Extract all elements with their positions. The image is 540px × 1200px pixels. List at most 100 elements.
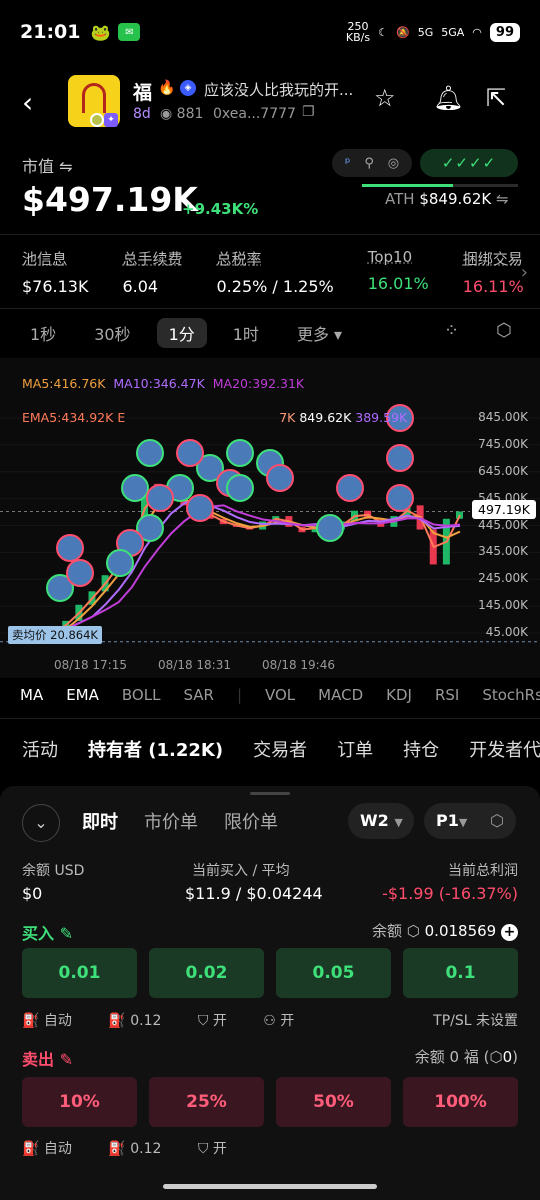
copy-icon[interactable]: ❐ (302, 104, 315, 120)
indicator-sar[interactable]: SAR (183, 686, 213, 704)
wallet-select[interactable]: W2 ▼ (348, 803, 414, 839)
preset-settings-icon[interactable]: ⬡ (478, 803, 516, 839)
tab-2[interactable]: 交易者 (253, 736, 307, 762)
contract-address[interactable]: 0xea...7777 (213, 106, 296, 122)
buy-amount-button-3[interactable]: 0.1 (403, 948, 518, 998)
ema-label-partial: E (117, 410, 126, 425)
home-indicator[interactable] (163, 1184, 377, 1189)
indicator-macd[interactable]: MACD (318, 686, 363, 704)
buy-amount-button-2[interactable]: 0.05 (276, 948, 391, 998)
edit-icon[interactable]: ✎ (60, 924, 73, 943)
preset-select[interactable]: P1▼ (424, 803, 480, 839)
trader-avatar (56, 534, 84, 562)
ema-legend: EMA5:434.92K E 7K 849.62K 389.59K (22, 410, 407, 425)
ema10-label-partial: 7K (279, 410, 296, 425)
trader-avatar (66, 559, 94, 587)
butterfly-badge-icon: ✦ (104, 113, 118, 127)
current-buy-label: 当前买入 / 平均 (192, 863, 290, 879)
indicator-kdj[interactable]: KDJ (386, 686, 412, 704)
pnl-value: -$1.99 (-16.37%) (382, 884, 518, 903)
indicator-ema[interactable]: EMA (66, 686, 99, 704)
divider (0, 718, 540, 719)
sell-percent-button-1[interactable]: 25% (149, 1077, 264, 1127)
order-tab-2[interactable]: 限价单 (224, 808, 278, 834)
indicator-boll[interactable]: BOLL (122, 686, 161, 704)
back-icon[interactable]: ‹ (22, 86, 33, 119)
ma10-label: MA10:346.47K (113, 376, 205, 391)
mev-toggle[interactable]: ⛉ 开 (198, 1141, 243, 1157)
indicator-dots-icon[interactable]: ⁘ (444, 320, 459, 341)
stat-value: 0.25% / 1.25% (216, 277, 334, 296)
tab-4[interactable]: 持仓 (403, 736, 439, 762)
timeframe-更多[interactable]: 更多 ▾ (297, 321, 342, 345)
collapse-chevron-icon[interactable]: ⌄ (22, 804, 60, 842)
y-tick-label: 345.00K (478, 544, 528, 559)
ma-legend: MA5:416.76K MA10:346.47K MA20:392.31K (22, 376, 304, 391)
token-logo[interactable]: ✦ (68, 75, 120, 127)
sell-percent-button-2[interactable]: 50% (276, 1077, 391, 1127)
explorer-icon[interactable]: ◎ (388, 156, 399, 171)
indicator-bar: MA EMA BOLL SAR | VOL MACD KDJ RSI StochRsi (20, 686, 540, 704)
pump-icon[interactable]: ᵖ (345, 156, 351, 171)
sell-average-tag: 卖均价 20.864K (8, 626, 102, 644)
balance-label: 余额 USD (22, 863, 85, 879)
indicator-vol[interactable]: VOL (265, 686, 295, 704)
gas-setting[interactable]: ⛽ 0.12 (108, 1141, 177, 1157)
x-tick-label: 08/18 17:15 (54, 658, 127, 672)
order-tab-1[interactable]: 市价单 (144, 808, 198, 834)
tpsl-setting[interactable]: TP/SL 未设置 (433, 1010, 518, 1030)
stat-3[interactable]: Top10 16.01% (368, 248, 429, 296)
signal-5g: 5G (417, 25, 434, 39)
indicator-ma[interactable]: MA (20, 686, 43, 704)
buy-amount-button-1[interactable]: 0.02 (149, 948, 264, 998)
buy-balance: 余额 ⬡ 0.018569 + (372, 920, 518, 941)
market-cap-label[interactable]: 市值 ⇋ (22, 153, 73, 177)
mev-toggle[interactable]: ⛉ 开 (198, 1013, 243, 1029)
share-icon[interactable]: ⇱ (486, 84, 506, 112)
timeframe-1时[interactable]: 1时 (233, 321, 259, 345)
buy-amount-button-0[interactable]: 0.01 (22, 948, 137, 998)
audit-checks[interactable]: ✓✓✓✓ (420, 149, 518, 177)
order-type-tabs: 即时 市价单 限价单 (82, 808, 304, 834)
chart-settings-icon[interactable]: ⬡ (496, 320, 512, 341)
social-links[interactable]: ᵖ ⚲ ◎ (332, 149, 412, 177)
stat-2[interactable]: 总税率 0.25% / 1.25% (217, 248, 334, 296)
bell-icon[interactable]: 🔔︎ (433, 84, 463, 112)
trader-avatar (266, 464, 294, 492)
tab-5[interactable]: 开发者代币 (469, 736, 540, 762)
stat-value: 16.01% (367, 274, 429, 293)
add-icon[interactable]: + (501, 924, 518, 941)
auto-toggle[interactable]: ⛽ 自动 (22, 1141, 88, 1157)
mute-icon: 🔕 (396, 25, 410, 39)
balance-value: $0 (22, 884, 43, 903)
stat-4[interactable]: 捆绑交易 16.11% (463, 248, 524, 296)
sell-percent-button-0[interactable]: 10% (22, 1077, 137, 1127)
edit-icon[interactable]: ✎ (60, 1050, 73, 1069)
trader-avatar (226, 439, 254, 467)
ath-info[interactable]: ATH $849.62K ⇋ (385, 190, 509, 208)
stat-1[interactable]: 总手续费 6.04 (122, 248, 182, 296)
status-bar: 21:01 🐸 ✉ 250 KB/s ☾ 🔕 5G 5GA ◠ 99 (0, 0, 540, 64)
gas-setting[interactable]: ⛽ 0.12 (108, 1013, 177, 1029)
indicator-rsi[interactable]: RSI (435, 686, 459, 704)
auto-toggle[interactable]: ⛽ 自动 (22, 1013, 88, 1029)
search-icon[interactable]: ⚲ (364, 156, 374, 171)
wifi-icon: ◠ (472, 25, 482, 39)
star-icon[interactable]: ☆ (374, 84, 396, 112)
trader-avatar (226, 474, 254, 502)
tab-3[interactable]: 订单 (337, 736, 373, 762)
chevron-right-icon[interactable]: › (521, 262, 528, 283)
token-age: 8d (133, 106, 151, 122)
timeframe-30秒[interactable]: 30秒 (94, 321, 130, 345)
y-tick-label: 145.00K (478, 598, 528, 613)
tab-1[interactable]: 持有者 (1.22K) (88, 736, 223, 762)
drag-handle[interactable] (250, 792, 290, 795)
tab-0[interactable]: 活动 (22, 736, 58, 762)
stat-0[interactable]: 池信息 $76.13K (22, 248, 88, 296)
indicator-stochrsi[interactable]: StochRsi (482, 686, 540, 704)
sell-percent-button-3[interactable]: 100% (403, 1077, 518, 1127)
timeframe-1分[interactable]: 1分 (156, 318, 207, 348)
timeframe-1秒[interactable]: 1秒 (30, 321, 56, 345)
copy-trade-toggle[interactable]: ⚇ 开 (263, 1013, 310, 1029)
order-tab-0[interactable]: 即时 (82, 808, 118, 834)
